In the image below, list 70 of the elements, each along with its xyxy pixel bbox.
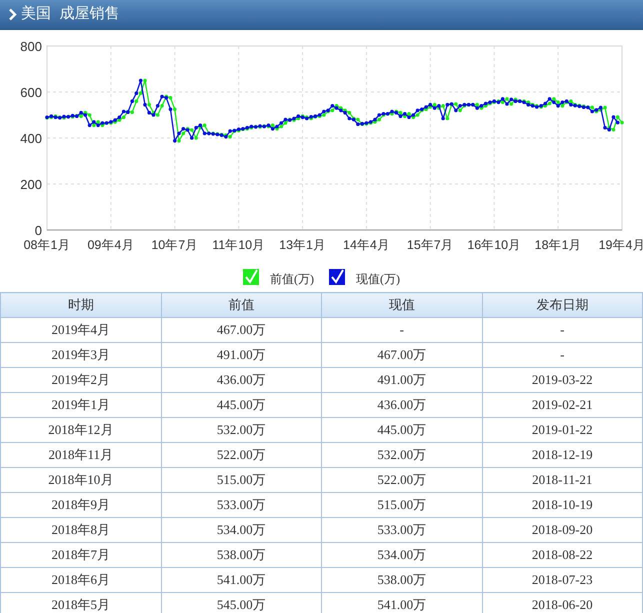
table-cell: 2019-02-21 (482, 392, 642, 418)
section-title: 美国 成屋销售 (21, 4, 120, 24)
table-cell: 491.00万 (322, 368, 482, 392)
x-axis-label: 14年4月 (343, 238, 390, 252)
table-cell: 2018-11-21 (482, 468, 642, 492)
table-cell: 533.00万 (322, 518, 482, 542)
x-axis-label: 08年1月 (24, 238, 70, 252)
table-cell: 2018年8月 (0, 518, 161, 542)
y-axis-label: 200 (20, 177, 42, 192)
table-cell: - (482, 342, 642, 368)
table-cell: 2018年11月 (0, 442, 161, 468)
y-axis-label: 600 (20, 85, 42, 100)
table-cell: 2018-12-19 (482, 442, 642, 468)
x-axis-label: 16年10月 (467, 238, 522, 252)
table-cell: 2019年2月 (0, 368, 161, 392)
table-cell: 445.00万 (322, 418, 482, 442)
table-cell: 2018年7月 (0, 542, 161, 568)
column-header: 现值 (322, 292, 482, 318)
x-axis-label: 11年10月 (212, 238, 266, 252)
table-cell: 2018年6月 (0, 568, 161, 592)
table-cell: 2019年4月 (0, 318, 161, 342)
x-axis-label: 19年4月 (598, 238, 643, 252)
table-cell: 445.00万 (161, 392, 322, 418)
y-axis-label: 800 (20, 39, 42, 54)
table-cell: 467.00万 (161, 318, 322, 342)
y-axis-label: 0 (34, 223, 42, 238)
table-cell: 436.00万 (322, 392, 482, 418)
table-cell: 2018年9月 (0, 492, 161, 518)
table-cell: 522.00万 (322, 468, 482, 492)
table-cell: 515.00万 (161, 468, 322, 492)
table-cell: 436.00万 (161, 368, 322, 392)
table-cell: 2018年5月 (0, 592, 161, 613)
x-axis-label: 10年7月 (151, 238, 198, 252)
legend-checkbox[interactable] (329, 269, 345, 285)
table-cell: 541.00万 (161, 568, 322, 592)
table-cell: 2018-10-19 (482, 492, 642, 518)
legend-label: 前值(万) (270, 272, 314, 286)
table-cell: 532.00万 (322, 442, 482, 468)
table-cell: - (482, 318, 642, 342)
legend-checkbox[interactable] (243, 269, 259, 285)
x-axis-label: 18年1月 (534, 238, 582, 252)
table-cell: 2018年10月 (0, 468, 161, 492)
chevron-icon (8, 8, 17, 21)
column-header: 时期 (0, 292, 161, 318)
table-cell: 491.00万 (161, 342, 322, 368)
table-cell: 467.00万 (322, 342, 482, 368)
table-cell: 2019年1月 (0, 392, 161, 418)
table-cell: 534.00万 (161, 518, 322, 542)
column-header: 发布日期 (482, 292, 642, 318)
table-cell: 522.00万 (161, 442, 322, 468)
table-cell: 2018-07-23 (482, 568, 642, 592)
column-header: 前值 (161, 292, 322, 318)
x-axis-label: 09年4月 (87, 238, 134, 252)
table-cell: 538.00万 (322, 568, 482, 592)
table-cell: 538.00万 (161, 542, 322, 568)
x-axis-label: 13年1月 (279, 238, 326, 252)
table-cell: 2019年3月 (0, 342, 161, 368)
y-axis-label: 400 (20, 131, 42, 146)
table-cell: 2018-09-20 (482, 518, 642, 542)
table-cell: 532.00万 (161, 418, 322, 442)
table-cell: 534.00万 (322, 542, 482, 568)
table-cell: 2018年12月 (0, 418, 161, 442)
table-cell: 2019-01-22 (482, 418, 642, 442)
legend-label: 现值(万) (356, 272, 400, 286)
table-cell: 2019-03-22 (482, 368, 642, 392)
table-cell: 2018-08-22 (482, 542, 642, 568)
x-axis-label: 15年7月 (406, 238, 454, 252)
table-cell: 515.00万 (322, 492, 482, 518)
table-cell: 533.00万 (161, 492, 322, 518)
table-cell: - (322, 318, 482, 342)
